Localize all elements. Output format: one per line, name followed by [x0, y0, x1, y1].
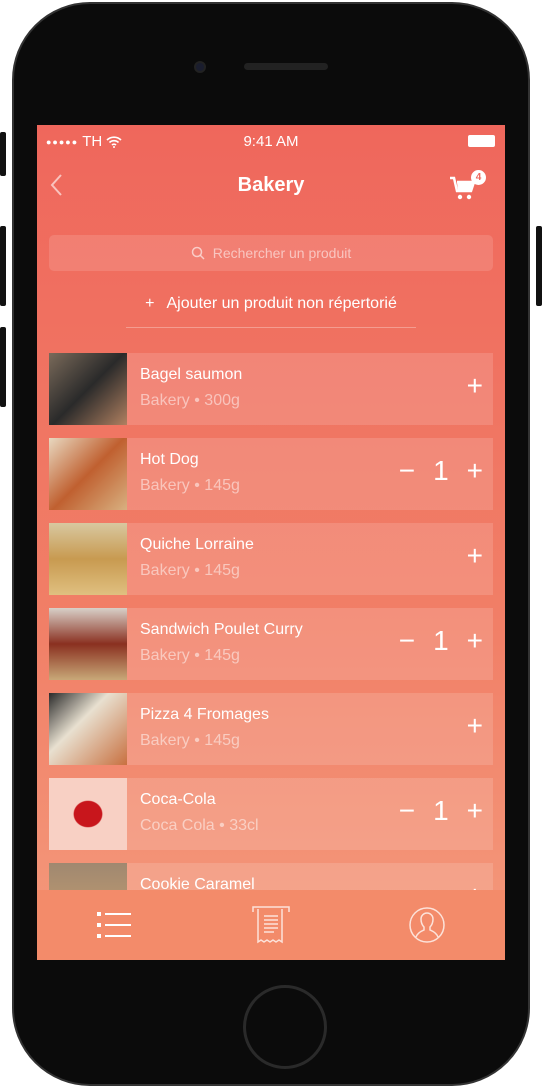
- product-image: [49, 523, 127, 595]
- product-name: Bagel saumon: [140, 366, 243, 383]
- tab-bar: [37, 890, 505, 960]
- product-row[interactable]: Bagel saumon Bakery • 300g +: [49, 353, 493, 425]
- search-icon: [191, 246, 205, 260]
- cart-badge: 4: [471, 170, 486, 185]
- search-placeholder: Rechercher un produit: [212, 245, 352, 261]
- increase-quantity-button[interactable]: +: [467, 795, 483, 827]
- increase-quantity-button[interactable]: +: [467, 625, 483, 657]
- mute-switch: [0, 132, 6, 176]
- product-image: [49, 693, 127, 765]
- product-row[interactable]: Sandwich Poulet Curry Bakery • 145g −1 +: [49, 608, 493, 680]
- nav-bar: Bakery 4: [37, 157, 505, 219]
- tab-list[interactable]: [95, 905, 135, 945]
- volume-down-button: [0, 327, 6, 407]
- search-input[interactable]: Rechercher un produit: [49, 235, 493, 271]
- home-button[interactable]: [243, 985, 327, 1069]
- product-image: [49, 778, 127, 850]
- app-screen: ●●●●● TH 9:41 AM Bakery 4 Rechercher un p…: [37, 125, 505, 960]
- page-title: Bakery: [237, 174, 305, 196]
- increase-quantity-button[interactable]: +: [467, 540, 483, 572]
- camera: [194, 61, 206, 73]
- speaker: [244, 63, 328, 70]
- user-icon: [409, 907, 445, 943]
- product-image: [49, 438, 127, 510]
- product-name: Quiche Lorraine: [140, 536, 254, 553]
- tab-receipts[interactable]: [251, 905, 291, 945]
- product-subtitle: Bakery • 145g: [140, 562, 240, 579]
- cart-button[interactable]: 4: [449, 170, 486, 203]
- add-product-label: Ajouter un produit non répertorié: [166, 295, 397, 312]
- product-row[interactable]: Quiche Lorraine Bakery • 145g +: [49, 523, 493, 595]
- quantity-value: 1: [433, 455, 449, 486]
- product-image: [49, 353, 127, 425]
- product-subtitle: Bakery • 145g: [140, 732, 240, 749]
- increase-quantity-button[interactable]: +: [467, 455, 483, 487]
- decrease-quantity-button[interactable]: −: [399, 625, 415, 657]
- status-bar: ●●●●● TH 9:41 AM: [37, 125, 505, 157]
- quantity-value: 1: [433, 795, 449, 826]
- product-row[interactable]: Coca-Cola Coca Cola • 33cl −1 +: [49, 778, 493, 850]
- product-row[interactable]: Hot Dog Bakery • 145g −1 +: [49, 438, 493, 510]
- add-unlisted-product-button[interactable]: + Ajouter un produit non répertorié: [126, 285, 416, 328]
- product-row[interactable]: Pizza 4 Fromages Bakery • 145g +: [49, 693, 493, 765]
- product-image: [49, 608, 127, 680]
- power-button: [536, 226, 542, 306]
- product-subtitle: Bakery • 300g: [140, 392, 240, 409]
- clock: 9:41 AM: [243, 133, 299, 150]
- plus-icon: +: [145, 295, 155, 312]
- list-icon: [97, 912, 131, 938]
- product-name: Pizza 4 Fromages: [140, 706, 269, 723]
- quantity-value: 1: [433, 625, 449, 656]
- battery-icon: [468, 135, 495, 147]
- tab-profile[interactable]: [407, 905, 447, 945]
- volume-up-button: [0, 226, 6, 306]
- receipt-icon: [252, 906, 290, 944]
- increase-quantity-button[interactable]: +: [467, 370, 483, 402]
- decrease-quantity-button[interactable]: −: [399, 795, 415, 827]
- increase-quantity-button[interactable]: +: [467, 710, 483, 742]
- decrease-quantity-button[interactable]: −: [399, 455, 415, 487]
